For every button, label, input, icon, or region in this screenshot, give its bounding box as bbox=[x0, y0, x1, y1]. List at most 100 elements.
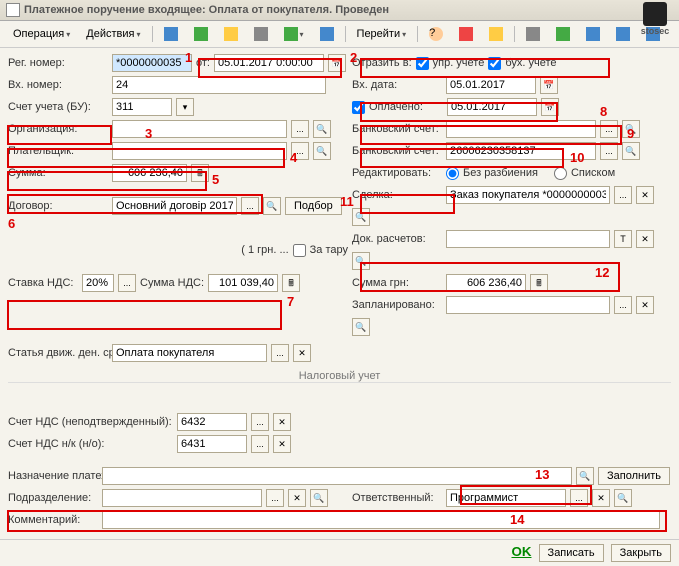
clear-icon-7[interactable]: ✕ bbox=[288, 489, 306, 507]
spiskom-radio[interactable] bbox=[554, 167, 567, 180]
upr-uchet-label: упр. учете bbox=[433, 57, 485, 69]
search-icon-3[interactable]: 🔍 bbox=[313, 142, 331, 160]
ellipsis-dept[interactable]: ... bbox=[266, 489, 284, 507]
purpose-label: Назначение платежа: bbox=[8, 470, 98, 482]
calc-icon[interactable]: 🖩 bbox=[191, 164, 209, 182]
search-icon-2[interactable]: 🔍 bbox=[622, 120, 640, 138]
search-icon-8[interactable]: 🔍 bbox=[352, 318, 370, 336]
ellipsis-btn-5[interactable]: ... bbox=[241, 197, 259, 215]
ellipsis-vat2[interactable]: ... bbox=[251, 413, 269, 431]
podbor-button[interactable]: Подбор bbox=[285, 197, 342, 215]
operation-menu[interactable]: Операция bbox=[6, 25, 77, 43]
comment-input[interactable] bbox=[102, 511, 660, 529]
tb-icon-9[interactable] bbox=[549, 24, 577, 44]
clear-icon-4[interactable]: ✕ bbox=[293, 344, 311, 362]
ellipsis-resp[interactable]: ... bbox=[570, 489, 588, 507]
date-input[interactable] bbox=[214, 54, 324, 72]
search-icon-6[interactable]: 🔍 bbox=[352, 208, 370, 226]
ellipsis-btn[interactable]: ... bbox=[291, 120, 309, 138]
ellipsis-deal[interactable]: ... bbox=[614, 186, 632, 204]
in-date-input[interactable] bbox=[446, 76, 536, 94]
tb-icon-6[interactable] bbox=[313, 24, 341, 44]
vat-rate-input[interactable] bbox=[82, 274, 114, 292]
sum-grn-input[interactable] bbox=[446, 274, 526, 292]
ellipsis-btn-3[interactable]: ... bbox=[291, 142, 309, 160]
tb-icon-8[interactable] bbox=[519, 24, 547, 44]
footer: OK Записать Закрыть bbox=[0, 539, 679, 566]
vat-sum-input[interactable] bbox=[208, 274, 278, 292]
t-btn[interactable]: T bbox=[614, 230, 632, 248]
clear-icon-5[interactable]: ✕ bbox=[273, 413, 291, 431]
search-icon-9[interactable]: 🔍 bbox=[576, 467, 594, 485]
paid-checkbox[interactable] bbox=[352, 101, 365, 114]
org-input[interactable] bbox=[112, 120, 287, 138]
calendar-icon-2[interactable]: 📅 bbox=[540, 76, 558, 94]
za-taru-checkbox[interactable] bbox=[293, 244, 306, 257]
calc-icon-2[interactable]: 🖩 bbox=[282, 274, 300, 292]
ellipsis-vat3[interactable]: ... bbox=[251, 435, 269, 453]
ellipsis-vat[interactable]: ... bbox=[118, 274, 136, 292]
ellipsis-btn-4[interactable]: ... bbox=[600, 142, 618, 160]
doc-rasch-input[interactable] bbox=[446, 230, 610, 248]
search-icon-10[interactable]: 🔍 bbox=[310, 489, 328, 507]
ellipsis-cf[interactable]: ... bbox=[271, 344, 289, 362]
payer-input[interactable] bbox=[112, 142, 287, 160]
toolbar: Операция Действия Перейти ? bbox=[0, 21, 679, 48]
save-button[interactable]: Записать bbox=[539, 544, 604, 562]
search-icon-5[interactable]: 🔍 bbox=[263, 197, 281, 215]
tb-icon-1[interactable] bbox=[157, 24, 185, 44]
select-btn[interactable]: ▾ bbox=[176, 98, 194, 116]
calc-icon-3[interactable]: 🖩 bbox=[530, 274, 548, 292]
planned-label: Запланировано: bbox=[352, 299, 442, 311]
goto-menu[interactable]: Перейти bbox=[350, 25, 414, 43]
tb-icon-4[interactable] bbox=[247, 24, 275, 44]
dept-label: Подразделение: bbox=[8, 492, 98, 504]
responsible-input[interactable] bbox=[446, 489, 566, 507]
clear-icon[interactable]: ✕ bbox=[636, 186, 654, 204]
purpose-input[interactable] bbox=[102, 467, 572, 485]
vat-nk-input[interactable] bbox=[177, 435, 247, 453]
calendar-icon-3[interactable]: 📅 bbox=[541, 98, 559, 116]
bez-razb-radio[interactable] bbox=[446, 167, 459, 180]
calendar-icon[interactable]: 📅 bbox=[328, 54, 346, 72]
tb-icon-dk[interactable] bbox=[452, 24, 480, 44]
bank-acct-input-1[interactable] bbox=[446, 120, 596, 138]
bank-acct-input-2[interactable] bbox=[446, 142, 596, 160]
clear-icon-2[interactable]: ✕ bbox=[636, 230, 654, 248]
reg-no-input[interactable] bbox=[112, 54, 192, 72]
clear-icon-8[interactable]: ✕ bbox=[592, 489, 610, 507]
planned-input[interactable] bbox=[446, 296, 610, 314]
clear-icon-6[interactable]: ✕ bbox=[273, 435, 291, 453]
tb-icon-11[interactable] bbox=[609, 24, 637, 44]
search-icon-7[interactable]: 🔍 bbox=[352, 252, 370, 270]
contract-input[interactable] bbox=[112, 197, 237, 215]
deal-input[interactable] bbox=[446, 186, 610, 204]
paid-date-input[interactable] bbox=[447, 98, 537, 116]
vat-unconfirmed-input[interactable] bbox=[177, 413, 247, 431]
tb-icon-3[interactable] bbox=[217, 24, 245, 44]
upr-uchet-checkbox[interactable] bbox=[416, 57, 429, 70]
help-icon[interactable]: ? bbox=[422, 24, 450, 44]
sum-input[interactable] bbox=[112, 164, 187, 182]
search-icon-4[interactable]: 🔍 bbox=[622, 142, 640, 160]
tb-icon-10[interactable] bbox=[579, 24, 607, 44]
search-icon-11[interactable]: 🔍 bbox=[614, 489, 632, 507]
za-taru-label: За тару bbox=[310, 244, 348, 256]
ellipsis-btn-2[interactable]: ... bbox=[600, 120, 618, 138]
search-icon[interactable]: 🔍 bbox=[313, 120, 331, 138]
bank-acct-label-1: Банковский счет: bbox=[352, 123, 442, 135]
tb-icon-2[interactable] bbox=[187, 24, 215, 44]
dept-input[interactable] bbox=[102, 489, 262, 507]
cash-flow-input[interactable] bbox=[112, 344, 267, 362]
actions-menu[interactable]: Действия bbox=[79, 25, 147, 43]
ok-button[interactable]: OK bbox=[511, 544, 531, 559]
tb-icon-5[interactable] bbox=[277, 24, 311, 44]
in-no-input[interactable] bbox=[112, 76, 326, 94]
fill-button[interactable]: Заполнить bbox=[598, 467, 670, 485]
clear-icon-3[interactable]: ✕ bbox=[636, 296, 654, 314]
account-bu-input[interactable] bbox=[112, 98, 172, 116]
ellipsis-plan[interactable]: ... bbox=[614, 296, 632, 314]
bukh-uchet-checkbox[interactable] bbox=[488, 57, 501, 70]
tb-icon-7[interactable] bbox=[482, 24, 510, 44]
close-button[interactable]: Закрыть bbox=[611, 544, 671, 562]
